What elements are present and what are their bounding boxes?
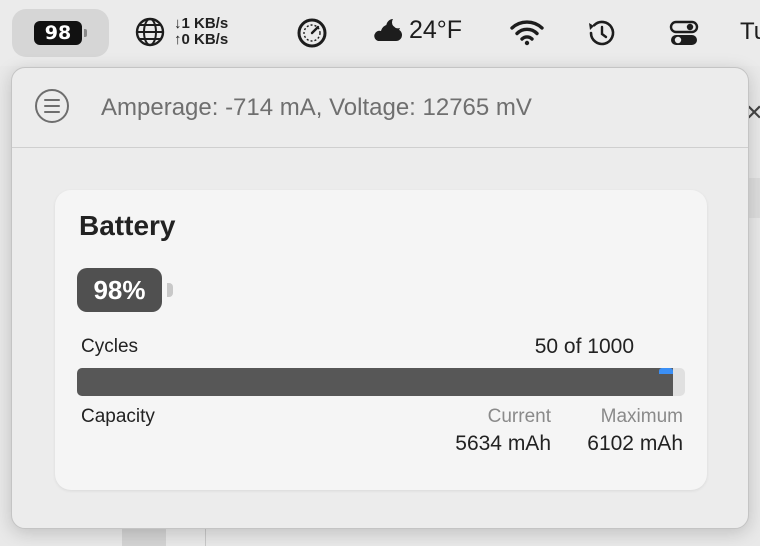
cycles-value: 50 of 1000 xyxy=(534,335,634,358)
maximum-header: Maximum xyxy=(600,406,683,427)
weather-icon xyxy=(374,19,402,41)
network-menu-item[interactable]: ↓1 KB/s ↑0 KB/s xyxy=(134,16,228,48)
cycles-label: Cycles xyxy=(81,336,139,357)
wifi-menu-item[interactable] xyxy=(509,18,545,46)
maximum-capacity: 6102 mAh xyxy=(587,432,683,455)
background-window-fragment xyxy=(122,526,166,546)
battery-nub xyxy=(84,29,87,37)
battery-menu-item[interactable]: 98 xyxy=(12,9,109,57)
cycles-progress-marker xyxy=(659,368,673,374)
popover-header: Amperage: -714 mA, Voltage: 12765 mV xyxy=(12,68,748,148)
wifi-icon xyxy=(510,20,544,46)
battery-level-label: 98% xyxy=(93,274,146,305)
capacity-label: Capacity xyxy=(81,406,155,427)
gauge-icon xyxy=(297,18,327,48)
battery-level-badge: 98% xyxy=(77,268,162,312)
control-center-icon xyxy=(669,20,699,45)
battery-icon: 98 xyxy=(34,21,82,45)
control-center-menu-item[interactable] xyxy=(668,17,700,49)
globe-icon xyxy=(135,17,165,47)
battery-popover: Amperage: -714 mA, Voltage: 12765 mV Bat… xyxy=(11,67,749,529)
power-status: Amperage: -714 mA, Voltage: 12765 mV xyxy=(101,94,532,121)
network-down: ↓1 KB/s xyxy=(174,15,229,32)
weather-menu-item[interactable]: 24°F xyxy=(369,15,462,45)
current-header: Current xyxy=(487,406,551,427)
current-capacity: 5634 mAh xyxy=(455,432,551,455)
time-machine-icon xyxy=(589,20,615,46)
battery-card: Battery 98% Cycles 50 of 1000 Capacity C… xyxy=(55,190,707,490)
network-up: ↑0 KB/s xyxy=(174,31,229,48)
clock-menu-item[interactable]: Tu xyxy=(740,18,760,46)
system-monitor-menu-item[interactable] xyxy=(296,17,328,49)
cycles-progress-bar xyxy=(77,368,685,396)
time-machine-menu-item[interactable] xyxy=(585,17,617,49)
background-window-divider xyxy=(205,526,206,546)
card-title: Battery xyxy=(79,210,176,241)
menu-bar: 98 ↓1 KB/s ↑0 KB/s 24°F T xyxy=(0,0,760,66)
clock-text: Tu xyxy=(740,18,760,45)
menu-icon[interactable] xyxy=(35,89,69,123)
cycles-progress-fill xyxy=(77,368,673,396)
battery-nub xyxy=(167,283,173,297)
weather-temperature: 24°F xyxy=(409,15,463,44)
battery-percent: 98 xyxy=(44,22,72,44)
